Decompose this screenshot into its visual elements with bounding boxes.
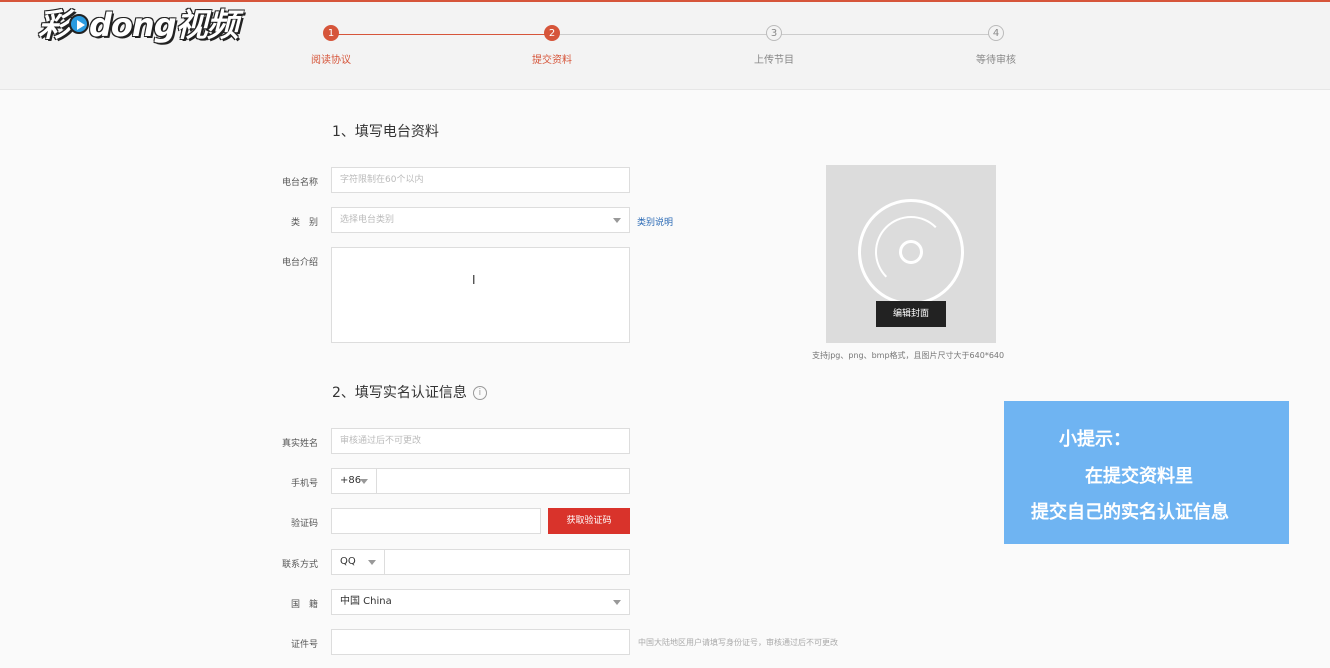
chevron-down-icon xyxy=(368,560,376,565)
intro-label: 电台介绍 xyxy=(281,258,318,268)
step-2: 2 提交资料 xyxy=(507,25,597,66)
disc-icon xyxy=(858,199,964,305)
id-label: 证件号 xyxy=(290,640,318,650)
nationality-value: 中国 China xyxy=(340,596,392,607)
cover-image: 编辑封面 xyxy=(826,165,996,343)
text-cursor-icon: I xyxy=(472,273,476,287)
id-note: 中国大陆地区用户请填写身份证号，审核通过后不可更改 xyxy=(638,638,838,647)
station-name-input[interactable]: 字符限制在60个以内 xyxy=(331,167,630,193)
id-input[interactable] xyxy=(331,629,630,655)
category-placeholder: 选择电台类别 xyxy=(340,215,395,225)
section-2-title: 2、填写实名认证信息 i xyxy=(332,382,487,402)
contact-type-value: QQ xyxy=(340,556,356,567)
step-1-number: 1 xyxy=(323,25,339,41)
code-input[interactable] xyxy=(331,508,541,534)
progress-steps: 1 阅读协议 2 提交资料 3 上传节目 4 等待审核 xyxy=(0,0,1330,90)
info-icon[interactable]: i xyxy=(472,386,487,400)
category-label: 类 别 xyxy=(290,218,318,228)
section-1-title: 1、填写电台资料 xyxy=(332,124,439,140)
phone-prefix-value: +86 xyxy=(340,475,362,486)
intro-textarea[interactable] xyxy=(331,247,630,343)
step-3: 3 上传节目 xyxy=(729,25,819,66)
chevron-down-icon xyxy=(613,218,621,223)
category-help-link[interactable]: 类别说明 xyxy=(637,215,673,228)
edit-cover-button[interactable]: 编辑封面 xyxy=(876,301,946,327)
contact-type-select[interactable]: QQ xyxy=(331,549,385,575)
tip-line-2: 在提交资料里 xyxy=(1085,466,1193,487)
contact-input[interactable] xyxy=(384,549,630,575)
step-2-number: 2 xyxy=(544,25,560,41)
phone-input[interactable] xyxy=(376,468,630,494)
chevron-down-icon xyxy=(360,479,368,484)
phone-prefix-select[interactable]: +86 xyxy=(331,468,377,494)
step-4-label: 等待审核 xyxy=(976,55,1016,66)
chevron-down-icon xyxy=(613,600,621,605)
nationality-select[interactable]: 中国 China xyxy=(331,589,630,615)
tip-overlay: 小提示： 在提交资料里 提交自己的实名认证信息 xyxy=(1004,401,1289,544)
cover-note: 支持jpg、png、bmp格式，且图片尺寸大于640*640 xyxy=(812,351,1005,360)
step-4-number: 4 xyxy=(988,25,1004,41)
code-label: 验证码 xyxy=(290,519,318,529)
tip-line-1: 小提示： xyxy=(1059,429,1131,450)
get-code-button[interactable]: 获取验证码 xyxy=(548,508,630,534)
phone-label: 手机号 xyxy=(290,479,318,489)
nationality-label: 国 籍 xyxy=(290,600,318,610)
realname-input[interactable]: 审核通过后不可更改 xyxy=(331,428,630,454)
step-4: 4 等待审核 xyxy=(951,25,1041,66)
step-2-label: 提交资料 xyxy=(532,55,572,66)
contact-label: 联系方式 xyxy=(281,560,318,570)
disc-hub xyxy=(899,240,923,264)
section-2-title-text: 2、填写实名认证信息 xyxy=(332,385,467,401)
step-1-label: 阅读协议 xyxy=(311,55,351,66)
step-3-label: 上传节目 xyxy=(754,55,794,66)
realname-label: 真实姓名 xyxy=(281,439,318,449)
tip-line-3: 提交自己的实名认证信息 xyxy=(1031,502,1229,523)
station-name-label: 电台名称 xyxy=(281,178,318,188)
category-select[interactable]: 选择电台类别 xyxy=(331,207,630,233)
step-1: 1 阅读协议 xyxy=(286,25,376,66)
step-3-number: 3 xyxy=(766,25,782,41)
